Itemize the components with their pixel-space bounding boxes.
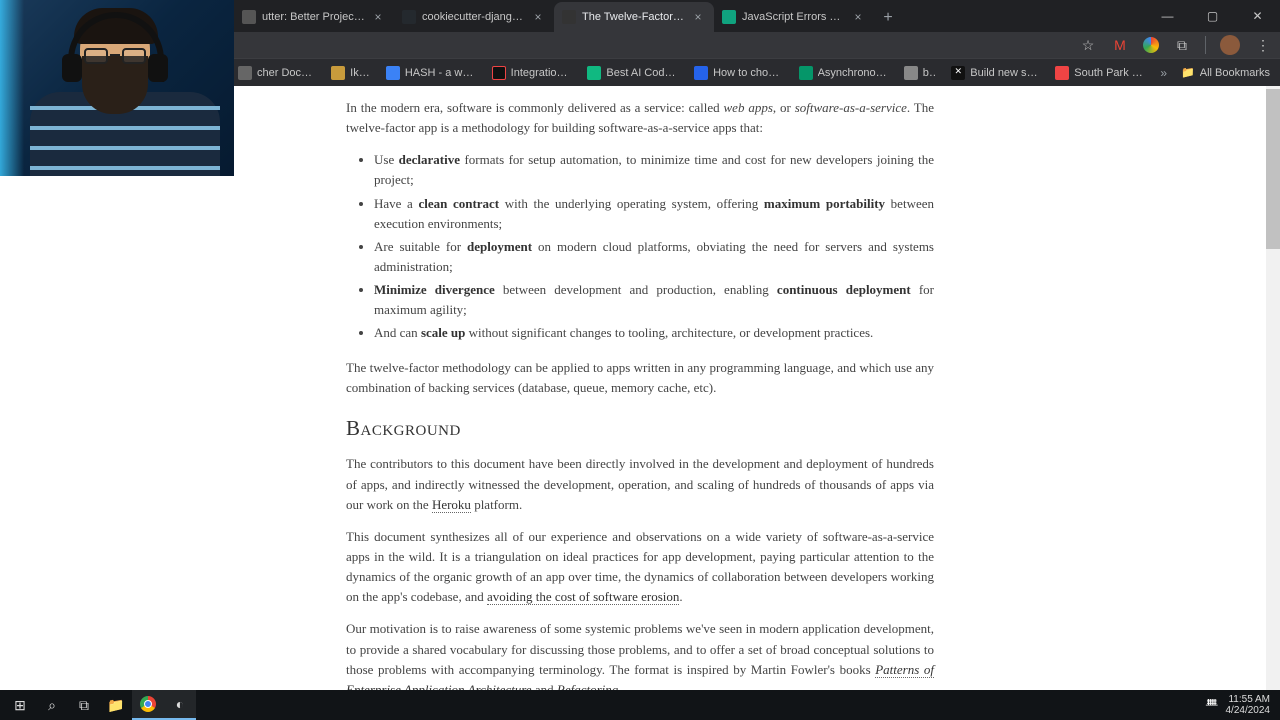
- bookmark-item[interactable]: cher Docs: Over...: [238, 66, 317, 80]
- page-viewport: In the modern era, software is commonly …: [0, 86, 1280, 690]
- background-paragraph: The contributors to this document have b…: [346, 454, 934, 514]
- bookmark-item[interactable]: South Park - Watch...: [1055, 66, 1146, 80]
- list-item: And can scale up without significant cha…: [374, 323, 934, 343]
- close-window-button[interactable]: ✕: [1235, 0, 1280, 32]
- bookmark-item[interactable]: HASH - a workspac...: [386, 66, 478, 80]
- windows-taskbar: ⊞ ⌕ ⧉ 📁 ◐ ᚙ 11:55 AM 4/24/2024: [0, 690, 1280, 720]
- minimize-button[interactable]: —: [1145, 0, 1190, 32]
- close-icon[interactable]: ×: [532, 11, 544, 23]
- link-refactoring-book[interactable]: Refactoring: [557, 682, 618, 690]
- list-item: Are suitable for deployment on modern cl…: [374, 237, 934, 277]
- tab-favicon: [402, 10, 416, 24]
- list-item: Have a clean contract with the underlyin…: [374, 194, 934, 234]
- principles-list: Use declarative formats for setup automa…: [374, 150, 934, 343]
- bookmarks-overflow-icon[interactable]: »: [1160, 66, 1167, 80]
- tab-favicon: [562, 10, 576, 24]
- profile-avatar[interactable]: [1220, 35, 1240, 55]
- close-icon[interactable]: ×: [372, 11, 384, 23]
- bookmark-item[interactable]: Best AI Code Gener...: [587, 66, 680, 80]
- bookmark-item[interactable]: How to choose a br...: [694, 66, 784, 80]
- intro-paragraph: In the modern era, software is commonly …: [346, 98, 934, 138]
- file-explorer-icon[interactable]: 📁: [100, 690, 132, 720]
- tab-title: JavaScript Errors Resolution: [742, 11, 846, 23]
- methodology-paragraph: The twelve-factor methodology can be app…: [346, 358, 934, 398]
- extensions-icon[interactable]: ⧉: [1173, 36, 1191, 54]
- list-item: Minimize divergence between development …: [374, 280, 934, 320]
- system-clock[interactable]: 11:55 AM 4/24/2024: [1226, 694, 1271, 716]
- bookmark-item[interactable]: ✕Build new skills. Ad...: [951, 66, 1041, 80]
- background-paragraph: This document synthesizes all of our exp…: [346, 527, 934, 608]
- list-item: Use declarative formats for setup automa…: [374, 150, 934, 190]
- bookmark-star-icon[interactable]: ☆: [1079, 36, 1097, 54]
- menu-icon[interactable]: ⋮: [1254, 36, 1272, 54]
- page-content: In the modern era, software is commonly …: [0, 86, 1280, 690]
- bookmark-item[interactable]: Ikariam: [331, 66, 372, 80]
- background-paragraph: Our motivation is to raise awareness of …: [346, 619, 934, 690]
- chrome-icon[interactable]: [132, 690, 164, 720]
- tab-title: cookiecutter-django/[cookie: [422, 11, 526, 23]
- tab-chatgpt[interactable]: JavaScript Errors Resolution ×: [714, 2, 874, 32]
- all-bookmarks-button[interactable]: 📁All Bookmarks: [1181, 66, 1270, 79]
- new-tab-button[interactable]: +: [874, 4, 902, 32]
- search-icon[interactable]: ⌕: [36, 690, 68, 720]
- heading-background: Background: [346, 412, 934, 445]
- close-icon[interactable]: ×: [692, 11, 704, 23]
- divider: [1205, 36, 1206, 54]
- taskview-icon[interactable]: ⧉: [68, 690, 100, 720]
- window-controls: — ▢ ✕: [1145, 0, 1280, 32]
- bookmark-item[interactable]: Asynchronous Task...: [799, 66, 890, 80]
- maximize-button[interactable]: ▢: [1190, 0, 1235, 32]
- obs-icon[interactable]: ◐: [164, 690, 196, 720]
- tab-favicon: [722, 10, 736, 24]
- close-icon[interactable]: ×: [852, 11, 864, 23]
- scrollbar-thumb[interactable]: [1266, 89, 1280, 249]
- tab-title: The Twelve-Factor App: [582, 11, 686, 23]
- tab-favicon: [242, 10, 256, 24]
- link-heroku[interactable]: Heroku: [432, 497, 471, 513]
- bookmark-item[interactable]: bot.js: [904, 66, 938, 80]
- tab-twelve-factor[interactable]: The Twelve-Factor App ×: [554, 2, 714, 32]
- start-button[interactable]: ⊞: [4, 690, 36, 720]
- link-software-erosion[interactable]: avoiding the cost of software erosion: [487, 589, 679, 605]
- tray-icon[interactable]: ᚙ: [1206, 700, 1218, 711]
- bookmark-item[interactable]: Integrations | Astro: [492, 66, 574, 80]
- tab-cookiecutter[interactable]: utter: Better Project Te ×: [234, 2, 394, 32]
- tab-title: utter: Better Project Te: [262, 11, 366, 23]
- webcam-overlay: [0, 0, 234, 176]
- extension-icon[interactable]: [1143, 37, 1159, 53]
- tab-strip: utter: Better Project Te × cookiecutter-…: [234, 0, 902, 32]
- tab-github[interactable]: cookiecutter-django/[cookie ×: [394, 2, 554, 32]
- extension-icon[interactable]: M: [1111, 36, 1129, 54]
